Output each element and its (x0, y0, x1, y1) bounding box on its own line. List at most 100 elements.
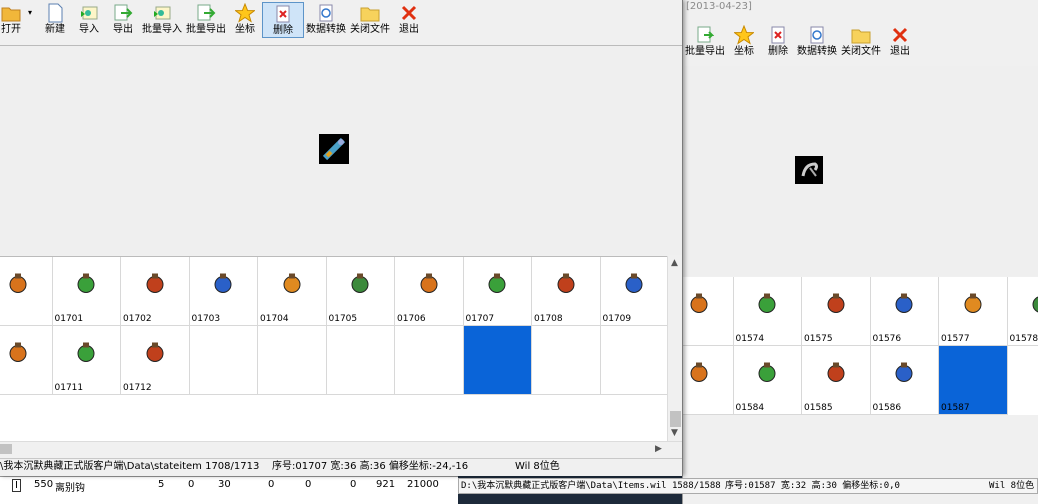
sprite-cell[interactable]: 01577 (939, 277, 1008, 346)
table-row[interactable]: I 550 离别钩 5 0 30 0 0 0 921 21000 (0, 479, 458, 494)
tool-label: 数据转换 (306, 24, 346, 35)
exit-button[interactable]: 退出 (392, 2, 426, 36)
sprite-cell[interactable] (463, 326, 532, 395)
delete-icon (272, 3, 294, 25)
sprite-cell[interactable] (189, 326, 258, 395)
sprite-thumbnail (7, 272, 29, 297)
sprite-cell[interactable]: 01578 (1007, 277, 1038, 346)
sprite-thumbnail (688, 361, 710, 386)
back-coord-button[interactable]: 坐标 (727, 24, 761, 58)
scroll-up-icon[interactable]: ▲ (671, 258, 678, 268)
sprite-cell[interactable] (532, 326, 601, 395)
sprite-cell[interactable]: 01708 (532, 257, 601, 326)
sprite-index-label: 01703 (191, 314, 221, 324)
potion-sprite (690, 293, 708, 314)
potion-sprite (557, 273, 575, 294)
horizontal-scrollbar[interactable]: ▶ (0, 441, 682, 456)
sprite-index-label: 01576 (872, 334, 902, 344)
potion-sprite (77, 273, 95, 294)
sprite-index-label: 01575 (804, 334, 833, 344)
sprite-cell[interactable]: 01711 (52, 326, 121, 395)
sprite-cell[interactable]: 3 (683, 346, 734, 415)
new-file-icon (44, 2, 66, 24)
back-delete-button[interactable]: 删除 (761, 24, 795, 58)
sprite-cell[interactable]: 01706 (395, 257, 464, 326)
sprite-cell[interactable]: 01704 (258, 257, 327, 326)
sprite-index-label: 01574 (735, 334, 765, 344)
export-button[interactable]: 导出 (106, 2, 140, 36)
table-cell: I (12, 479, 21, 492)
convert-button[interactable]: 数据转换 (304, 2, 348, 36)
import-button[interactable]: 导入 (72, 2, 106, 36)
sprite-cell[interactable]: 01586 (870, 346, 939, 415)
potion-sprite (9, 273, 27, 294)
import-batch-icon (151, 2, 173, 24)
scroll-thumb[interactable] (670, 411, 681, 427)
potion-sprite (758, 293, 776, 314)
batch-export-button[interactable]: 批量导出 (184, 2, 228, 36)
sprite-index-label: 01704 (260, 314, 289, 324)
sprite-cell[interactable]: 01705 (326, 257, 395, 326)
table-cell: 21000 (407, 479, 439, 490)
sprite-thumbnail (486, 272, 508, 297)
sprite-cell[interactable]: 01587 (939, 346, 1008, 415)
sprite-cell[interactable]: 73 (683, 277, 734, 346)
new-button[interactable]: 新建 (38, 2, 72, 36)
sprite-cell[interactable]: 01576 (870, 277, 939, 346)
table-cell: 921 (376, 479, 396, 490)
sprite-cell[interactable]: 01585 (802, 346, 871, 415)
sprite-thumbnail (75, 341, 97, 366)
table-cell: 30 (218, 479, 231, 490)
vertical-scrollbar[interactable]: ▲ ▼ (667, 256, 682, 441)
sprite-cell[interactable]: 01702 (121, 257, 190, 326)
coord-button[interactable]: 坐标 (228, 2, 262, 36)
sprite-cell[interactable] (395, 326, 464, 395)
table-cell: 0 (350, 479, 357, 490)
sprite-index-label: 01705 (328, 314, 358, 324)
preview-sprite (319, 134, 349, 164)
back-export-batch-button[interactable]: 批量导出 (683, 24, 727, 58)
sprite-cell[interactable]: 01574 (733, 277, 802, 346)
table-cell: 离别钩 (55, 483, 85, 494)
delete-button[interactable]: 删除 (262, 2, 304, 38)
potion-sprite (488, 273, 506, 294)
close-file-button[interactable]: 关闭文件 (348, 2, 392, 36)
sprite-index-label: 01702 (123, 314, 152, 324)
sprite-thumbnail (1030, 292, 1038, 317)
sprite-row: 301584 01585 01586 01587 (683, 346, 1038, 415)
back-status-info: 序号:01587 宽:32 高:30 偏移坐标:0,0 (725, 481, 900, 491)
sprite-cell[interactable]: 01709 (600, 257, 669, 326)
sprite-cell[interactable]: 01575 (802, 277, 871, 346)
sprite-cell[interactable]: 01703 (189, 257, 258, 326)
back-convert-button[interactable]: 数据转换 (795, 24, 839, 58)
items-table: I 550 离别钩 5 0 30 0 0 0 921 21000 (0, 476, 458, 504)
potion-sprite (758, 362, 776, 383)
sprite-cell[interactable]: 01584 (733, 346, 802, 415)
hscroll-thumb[interactable] (0, 444, 12, 454)
back-close-file-button[interactable]: 关闭文件 (839, 24, 883, 58)
tool-label: 打开 (1, 24, 21, 35)
open-dropdown-button[interactable]: ▾ (22, 2, 38, 24)
exit-icon (889, 24, 911, 46)
sprite-cell[interactable]: 01712 (121, 326, 190, 395)
table-cell: 5 (158, 479, 165, 490)
sprite-cell[interactable]: 10 (0, 326, 53, 395)
status-bar: \我本沉默典藏正式版客户端\Data\stateitem 1708/1713 序… (0, 458, 682, 474)
sprite-index-label: 01577 (941, 334, 970, 344)
sprite-thumbnail (349, 272, 371, 297)
sprite-thumbnail (962, 292, 984, 317)
sprite-cell[interactable]: 00 (0, 257, 53, 326)
sprite-cell[interactable]: 01701 (52, 257, 121, 326)
sprite-cell[interactable] (600, 326, 669, 395)
sprite-index-label: 01708 (534, 314, 563, 324)
back-exit-button[interactable]: 退出 (883, 24, 917, 58)
scroll-down-icon[interactable]: ▼ (671, 428, 678, 438)
potion-sprite (283, 273, 301, 294)
sprite-cell[interactable] (326, 326, 395, 395)
sprite-cell[interactable]: 01707 (463, 257, 532, 326)
scroll-right-icon[interactable]: ▶ (655, 444, 662, 454)
sprite-row: 1001711 01712 (0, 326, 669, 395)
batch-import-button[interactable]: 批量导入 (140, 2, 184, 36)
tool-label: 退出 (399, 24, 419, 35)
sprite-cell[interactable] (258, 326, 327, 395)
